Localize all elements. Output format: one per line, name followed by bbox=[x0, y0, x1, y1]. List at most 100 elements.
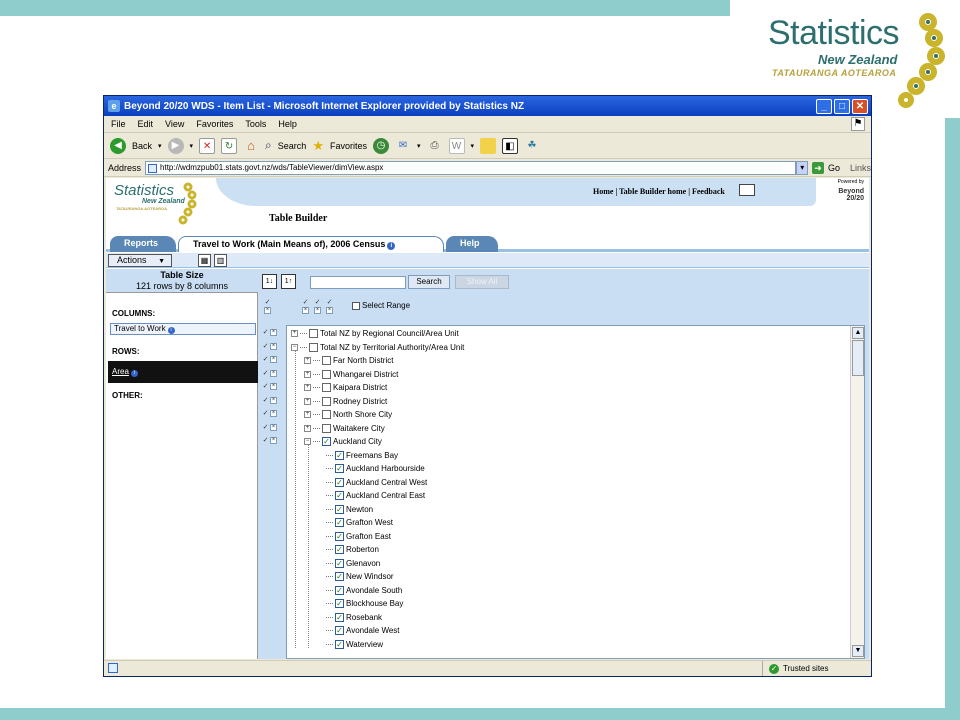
clear-children-icon[interactable]: × bbox=[270, 342, 277, 350]
tree-item[interactable]: − Auckland City bbox=[304, 435, 382, 448]
tree-item-checkbox[interactable] bbox=[335, 464, 344, 473]
tree-item[interactable]: Newton bbox=[317, 503, 373, 516]
tree-item[interactable]: + Far North District bbox=[304, 354, 393, 367]
show-all-button[interactable]: Show All bbox=[455, 275, 509, 289]
tree-item[interactable]: + Whangarei District bbox=[304, 368, 398, 381]
address-input[interactable]: http://wdmzpub01.stats.govt.nz/wds/Table… bbox=[145, 160, 797, 175]
tree-item-checkbox[interactable] bbox=[335, 491, 344, 500]
tree-item[interactable]: Avondale West bbox=[317, 624, 400, 637]
clear-children-icon[interactable]: × bbox=[270, 410, 277, 417]
select-level-check-icon[interactable]: ✓ bbox=[302, 299, 309, 306]
tree-item-checkbox[interactable] bbox=[309, 342, 318, 352]
screen-icon[interactable] bbox=[739, 184, 755, 196]
tree-item[interactable]: Grafton West bbox=[317, 516, 393, 529]
tree-item[interactable]: Auckland Harbourside bbox=[317, 462, 425, 475]
tree-item[interactable]: + Kaipara District bbox=[304, 381, 387, 394]
select-all-check-icon[interactable]: ✓ bbox=[264, 299, 271, 306]
site-logo-statistics[interactable]: Statistics bbox=[114, 182, 174, 199]
tree-item-checkbox[interactable] bbox=[335, 626, 344, 635]
tree-item-checkbox[interactable] bbox=[322, 356, 331, 365]
tree-item[interactable]: + North Shore City bbox=[304, 408, 392, 421]
select-children-check-icon[interactable]: ✓ bbox=[262, 370, 269, 377]
select-children-check-icon[interactable]: ✓ bbox=[262, 356, 269, 363]
collapse-icon[interactable]: − bbox=[291, 343, 298, 351]
favorites-toolbar-button[interactable]: Favorites bbox=[330, 141, 367, 151]
tree-item[interactable]: Glenavon bbox=[317, 557, 380, 570]
maximize-button[interactable]: □ bbox=[834, 98, 850, 114]
tree-item-checkbox[interactable] bbox=[322, 423, 331, 433]
tree-item-checkbox[interactable] bbox=[335, 612, 344, 622]
clear-children-icon[interactable]: × bbox=[270, 369, 277, 377]
tree-item-checkbox[interactable] bbox=[335, 450, 344, 460]
clear-children-icon[interactable]: × bbox=[270, 396, 277, 404]
home-link[interactable]: Home bbox=[593, 187, 613, 196]
favorites-star-icon[interactable]: ★ bbox=[312, 138, 324, 154]
expand-icon[interactable]: + bbox=[304, 411, 311, 418]
info-icon[interactable]: i bbox=[130, 370, 138, 377]
tree-item-checkbox[interactable] bbox=[335, 585, 344, 595]
menu-help[interactable]: Help bbox=[278, 119, 297, 129]
clear-children-icon[interactable]: × bbox=[270, 437, 277, 444]
tree-item-checkbox[interactable] bbox=[335, 504, 344, 514]
tree-item-checkbox[interactable] bbox=[335, 639, 344, 649]
tree-item[interactable]: Avondale South bbox=[317, 584, 402, 597]
forward-dropdown-icon[interactable]: ▾ bbox=[190, 142, 194, 150]
tree-item[interactable]: New Windsor bbox=[317, 570, 394, 583]
expand-icon[interactable]: + bbox=[304, 397, 311, 405]
tree-item[interactable]: Freemans Bay bbox=[317, 449, 398, 462]
select-children-check-icon[interactable]: ✓ bbox=[262, 383, 269, 390]
menu-edit[interactable]: Edit bbox=[138, 119, 154, 129]
edit-dropdown-icon[interactable]: ▾ bbox=[471, 142, 475, 150]
tree-item[interactable]: Blockhouse Bay bbox=[317, 597, 403, 610]
tree-item-checkbox[interactable] bbox=[335, 599, 344, 608]
home-icon[interactable]: ⌂ bbox=[243, 138, 259, 154]
history-icon[interactable]: ◷ bbox=[372, 137, 389, 154]
clear-level-icon[interactable]: × bbox=[326, 307, 333, 314]
select-range-checkbox[interactable] bbox=[352, 301, 360, 310]
expand-icon[interactable]: + bbox=[304, 384, 311, 391]
select-range[interactable]: Select Range bbox=[352, 301, 410, 310]
tree-item[interactable]: Grafton East bbox=[317, 530, 391, 543]
refresh-icon[interactable]: ↻ bbox=[221, 137, 238, 154]
title-bar[interactable]: e Beyond 20/20 WDS - Item List - Microso… bbox=[104, 96, 871, 116]
tree-item[interactable]: + Waitakere City bbox=[304, 422, 385, 435]
expand-icon[interactable]: + bbox=[304, 370, 311, 378]
tree-item[interactable]: Roberton bbox=[317, 543, 379, 556]
tree-item-checkbox[interactable] bbox=[335, 477, 344, 487]
clear-level-icon[interactable]: × bbox=[314, 307, 321, 314]
select-children-check-icon[interactable]: ✓ bbox=[262, 397, 269, 404]
clear-children-icon[interactable]: × bbox=[270, 423, 277, 431]
table-view-icon[interactable]: ▦ bbox=[198, 254, 211, 267]
tab-reports[interactable]: Reports bbox=[110, 236, 176, 252]
mail-icon[interactable]: ✉ bbox=[395, 138, 411, 154]
menu-view[interactable]: View bbox=[165, 119, 184, 129]
go-button[interactable]: Go bbox=[828, 163, 840, 173]
scroll-thumb[interactable] bbox=[852, 340, 864, 376]
scroll-down-icon[interactable]: ▼ bbox=[852, 645, 864, 657]
stop-icon[interactable]: ✕ bbox=[199, 137, 216, 154]
back-dropdown-icon[interactable]: ▾ bbox=[158, 142, 162, 150]
select-children-check-icon[interactable]: ✓ bbox=[262, 329, 269, 336]
forward-arrow-icon[interactable]: ▶ bbox=[167, 137, 184, 154]
back-arrow-icon[interactable]: ◀ bbox=[110, 137, 126, 154]
links-button[interactable]: Links bbox=[850, 163, 871, 173]
tree-item[interactable]: Auckland Central East bbox=[317, 489, 425, 502]
menu-favorites[interactable]: Favorites bbox=[196, 119, 233, 129]
select-children-check-icon[interactable]: ✓ bbox=[262, 343, 269, 350]
tree-item-checkbox[interactable] bbox=[335, 572, 344, 581]
tree-item[interactable]: Waterview bbox=[317, 638, 383, 651]
clear-all-icon[interactable]: × bbox=[264, 307, 271, 314]
tree-item[interactable]: Rosebank bbox=[317, 611, 382, 624]
tree-item-checkbox[interactable] bbox=[335, 545, 344, 554]
vertical-scrollbar[interactable]: ▲ ▼ bbox=[850, 326, 864, 658]
menu-file[interactable]: File bbox=[111, 119, 126, 129]
search-button[interactable]: Search bbox=[408, 275, 450, 289]
print-icon[interactable]: ⎙ bbox=[427, 138, 443, 154]
chart-view-icon[interactable]: ▥ bbox=[214, 254, 227, 267]
collapse-icon[interactable]: − bbox=[304, 438, 311, 445]
tree-item[interactable]: Auckland Central West bbox=[317, 476, 427, 489]
sort-ascending-icon[interactable]: 1↓ bbox=[262, 274, 277, 289]
tree-item-checkbox[interactable] bbox=[322, 410, 331, 419]
select-level-check-icon[interactable]: ✓ bbox=[314, 299, 321, 306]
clear-children-icon[interactable]: × bbox=[270, 356, 277, 363]
